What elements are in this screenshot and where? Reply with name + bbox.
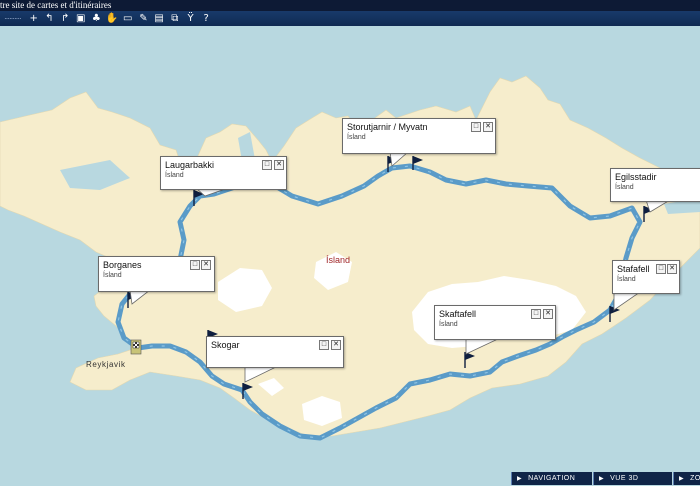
popup-subtitle: Ísland	[617, 276, 636, 283]
navigation-label: NAVIGATION	[528, 475, 576, 482]
bottom-nav: ▶ NAVIGATION ▶ VUE 3D ▶ ZO	[0, 472, 700, 485]
navigation-button[interactable]: ▶ NAVIGATION	[511, 472, 592, 485]
arrow-right-icon: ▶	[517, 476, 523, 482]
popup-borganes: Borganes Ísland □ ✕	[98, 256, 215, 292]
popup-subtitle: Ísland	[439, 321, 458, 328]
tools-icon[interactable]: Ÿ	[184, 12, 198, 25]
maximize-icon[interactable]: □	[319, 340, 329, 350]
close-icon[interactable]: ✕	[667, 264, 677, 274]
popup-skogar: Skogar □ ✕	[206, 336, 344, 368]
popup-subtitle: Ísland	[165, 172, 184, 179]
close-icon[interactable]: ✕	[543, 309, 553, 319]
window-icon[interactable]: ⧉	[168, 12, 182, 25]
hand-icon[interactable]: ✋	[105, 12, 119, 25]
popup-title: Skaftafell	[439, 309, 477, 319]
popup-laugarbakki: Laugarbakki Ísland □ ✕	[160, 156, 287, 190]
window-title: tre site de cartes et d'itinéraires	[0, 0, 700, 11]
maximize-icon[interactable]: □	[471, 122, 481, 132]
city-label-reykjavik: Reykjavik	[86, 360, 126, 369]
maximize-icon[interactable]: □	[190, 260, 200, 270]
forward-icon[interactable]: ↱	[58, 12, 72, 25]
vue3d-label: VUE 3D	[610, 475, 639, 482]
map-canvas[interactable]: Ísland Reykjavik	[0, 26, 700, 472]
lock-icon[interactable]: ▣	[74, 12, 88, 25]
maximize-icon[interactable]: □	[531, 309, 541, 319]
window-title-text: tre site de cartes et d'itinéraires	[0, 0, 112, 10]
pin-icon[interactable]: ♣	[89, 12, 103, 25]
close-icon[interactable]: ✕	[201, 260, 211, 270]
ruler-icon[interactable]: ▭	[121, 12, 135, 25]
popup-subtitle: Ísland	[103, 272, 122, 279]
popup-skaftafell: Skaftafell Ísland □ ✕	[434, 305, 556, 340]
zoom-label: ZO	[690, 475, 700, 482]
maximize-icon[interactable]: □	[262, 160, 272, 170]
map-toolbar: ·········· + ↰ ↱ ▣ ♣ ✋ ▭ ✎ ▤ ⧉ Ÿ ?	[0, 11, 700, 27]
close-icon[interactable]: ✕	[483, 122, 493, 132]
popup-title: Borganes	[103, 260, 142, 270]
arrow-right-icon: ▶	[599, 476, 605, 482]
zoom-button[interactable]: ▶ ZO	[673, 472, 700, 485]
close-icon[interactable]: ✕	[274, 160, 284, 170]
popup-title: Storutjarnir / Myvatn	[347, 122, 428, 132]
popup-title: Laugarbakki	[165, 160, 215, 170]
vue3d-button[interactable]: ▶ VUE 3D	[593, 472, 672, 485]
route-icon[interactable]: ✎	[136, 12, 150, 25]
popup-title: Skogar	[211, 340, 240, 350]
popup-subtitle: Ísland	[615, 184, 634, 191]
toolbar-handle[interactable]: ··········	[4, 14, 22, 23]
start-flag-icon[interactable]	[130, 339, 142, 355]
maximize-icon[interactable]: □	[656, 264, 666, 274]
back-icon[interactable]: ↰	[42, 12, 56, 25]
print-icon[interactable]: ▤	[152, 12, 166, 25]
zoom-in-icon[interactable]: +	[27, 12, 41, 25]
popup-title: Stafafell	[617, 264, 650, 274]
popup-stafafell: Stafafell Ísland □ ✕	[612, 260, 680, 294]
arrow-right-icon: ▶	[679, 476, 685, 482]
popup-title: Egilsstadir	[615, 172, 657, 182]
popup-subtitle: Ísland	[347, 134, 366, 141]
close-icon[interactable]: ✕	[331, 340, 341, 350]
popup-storutjarnir: Storutjarnir / Myvatn Ísland □ ✕	[342, 118, 496, 154]
popup-egilsstadir: Egilsstadir Ísland	[610, 168, 700, 202]
country-label: Ísland	[326, 255, 350, 265]
help-icon[interactable]: ?	[199, 12, 213, 25]
